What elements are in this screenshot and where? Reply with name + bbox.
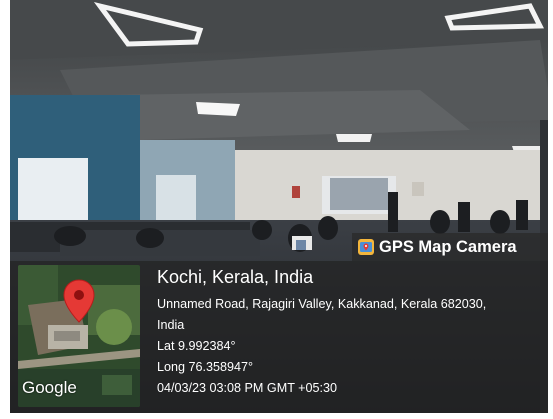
geotag-details: Kochi, Kerala, India Unnamed Road, Rajag… — [157, 266, 486, 399]
address-line-2: India — [157, 318, 185, 332]
map-camera-icon — [358, 239, 374, 255]
google-attribution: Google — [22, 378, 77, 397]
location-title: Kochi, Kerala, India — [157, 267, 314, 287]
latitude: Lat 9.992384° — [157, 339, 236, 353]
red-location-pin-icon — [63, 279, 95, 323]
app-name: GPS Map Camera — [379, 237, 517, 256]
timestamp: 04/03/23 03:08 PM GMT +05:30 — [157, 381, 338, 395]
map-thumbnail: Google — [18, 265, 140, 407]
longitude: Long 76.358947° — [157, 360, 254, 374]
app-badge: GPS Map Camera — [352, 233, 548, 261]
address-line-1: Unnamed Road, Rajagiri Valley, Kakkanad,… — [157, 297, 487, 311]
